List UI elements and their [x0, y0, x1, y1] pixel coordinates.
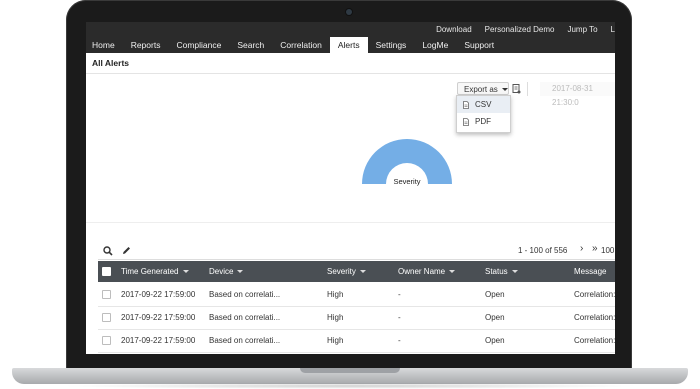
pager-range: 1 - 100 of 556: [518, 246, 568, 255]
main-nav: Home Reports Compliance Search Correlati…: [86, 37, 615, 53]
column-header-message[interactable]: Message: [574, 261, 606, 282]
column-header-owner[interactable]: Owner Name: [398, 261, 456, 282]
cell-message[interactable]: Correlation:Li: [574, 284, 615, 306]
column-header-device[interactable]: Device: [209, 261, 244, 282]
cell-device[interactable]: Based on correlati...: [209, 307, 280, 329]
cell-device[interactable]: Based on correlati...: [209, 284, 280, 306]
cell-severity: High: [327, 336, 344, 345]
tab-compliance[interactable]: Compliance: [168, 37, 229, 53]
cell-time: 2017-09-22 17:59:00: [121, 336, 196, 345]
chevron-down-icon: [501, 88, 508, 92]
cell-status: Open: [485, 290, 505, 299]
table-header: Time Generated Device Severity Owner Nam…: [98, 261, 615, 282]
cell-time: 2017-09-22 17:59:00: [121, 290, 196, 299]
cell-device[interactable]: Based on correlati...: [209, 330, 280, 352]
tab-alerts[interactable]: Alerts: [329, 37, 368, 53]
jump-to-link[interactable]: Jump To: [567, 22, 597, 37]
table-row[interactable]: 2017-09-22 17:59:00 Based on correlati..…: [98, 284, 615, 307]
personalized-demo-link[interactable]: Personalized Demo: [485, 22, 555, 37]
pencil-icon[interactable]: [122, 246, 131, 255]
tab-support[interactable]: Support: [456, 37, 502, 53]
grid-toolbar: 1 - 100 of 556 › » 100: [98, 241, 615, 260]
tab-logme[interactable]: LogMe: [414, 37, 456, 53]
column-header-severity[interactable]: Severity: [327, 261, 366, 282]
column-header-status[interactable]: Status: [485, 261, 518, 282]
laptop-notch: [300, 368, 400, 373]
cell-status: Open: [485, 336, 505, 345]
laptop-shadow: [60, 383, 640, 389]
chart-label: Severity: [393, 177, 421, 186]
export-csv-option[interactable]: CSV: [457, 96, 510, 113]
export-pdf-label: PDF: [475, 117, 491, 126]
top-bar: Download Personalized Demo Jump To L: [86, 22, 615, 37]
cell-owner: -: [398, 336, 401, 345]
top-links: Download Personalized Demo Jump To L: [423, 22, 615, 37]
column-header-time[interactable]: Time Generated: [121, 261, 189, 282]
camera-icon: [346, 9, 352, 15]
cell-owner: -: [398, 290, 401, 299]
export-menu: CSV PDF: [456, 95, 511, 133]
cell-message[interactable]: Correlation:Li: [574, 330, 615, 352]
row-checkbox[interactable]: [102, 313, 111, 322]
page-size-select[interactable]: 100: [601, 246, 614, 255]
export-as-button[interactable]: Export as: [457, 82, 509, 95]
tab-home[interactable]: Home: [86, 37, 123, 53]
page-title: All Alerts: [92, 58, 130, 68]
print-icon[interactable]: [512, 84, 521, 94]
app-screen: Download Personalized Demo Jump To L Hom…: [86, 22, 615, 354]
next-page-icon[interactable]: ›: [580, 243, 583, 254]
date-range-field[interactable]: 2017-08-31 21:30:0: [540, 82, 615, 107]
table-row[interactable]: 2017-09-22 17:59:00 Based on correlati..…: [98, 307, 615, 330]
row-checkbox[interactable]: [102, 290, 111, 299]
cell-owner: -: [398, 313, 401, 322]
select-all-checkbox[interactable]: [102, 267, 111, 276]
tab-search[interactable]: Search: [229, 37, 272, 53]
search-icon[interactable]: [103, 246, 113, 256]
cell-time: 2017-09-22 17:59:00: [121, 313, 196, 322]
export-as-label: Export as: [464, 85, 498, 94]
section-divider: [86, 222, 615, 223]
table-row[interactable]: 2017-09-22 17:59:00 Based on correlati..…: [98, 330, 615, 353]
tab-correlation[interactable]: Correlation: [272, 37, 330, 53]
user-menu-link[interactable]: L: [611, 22, 615, 37]
cell-severity: High: [327, 290, 344, 299]
file-icon: [463, 117, 469, 126]
toolbar-divider: [527, 82, 528, 96]
last-page-icon[interactable]: »: [592, 243, 598, 254]
tab-settings[interactable]: Settings: [368, 37, 415, 53]
export-csv-label: CSV: [475, 100, 492, 109]
file-icon: [463, 100, 469, 109]
export-pdf-option[interactable]: PDF: [457, 113, 510, 130]
tab-reports[interactable]: Reports: [123, 37, 169, 53]
download-link[interactable]: Download: [436, 22, 472, 37]
title-bar: All Alerts: [86, 53, 615, 74]
cell-severity: High: [327, 313, 344, 322]
cell-status: Open: [485, 313, 505, 322]
row-checkbox[interactable]: [102, 336, 111, 345]
cell-message[interactable]: Correlation:Li: [574, 307, 615, 329]
